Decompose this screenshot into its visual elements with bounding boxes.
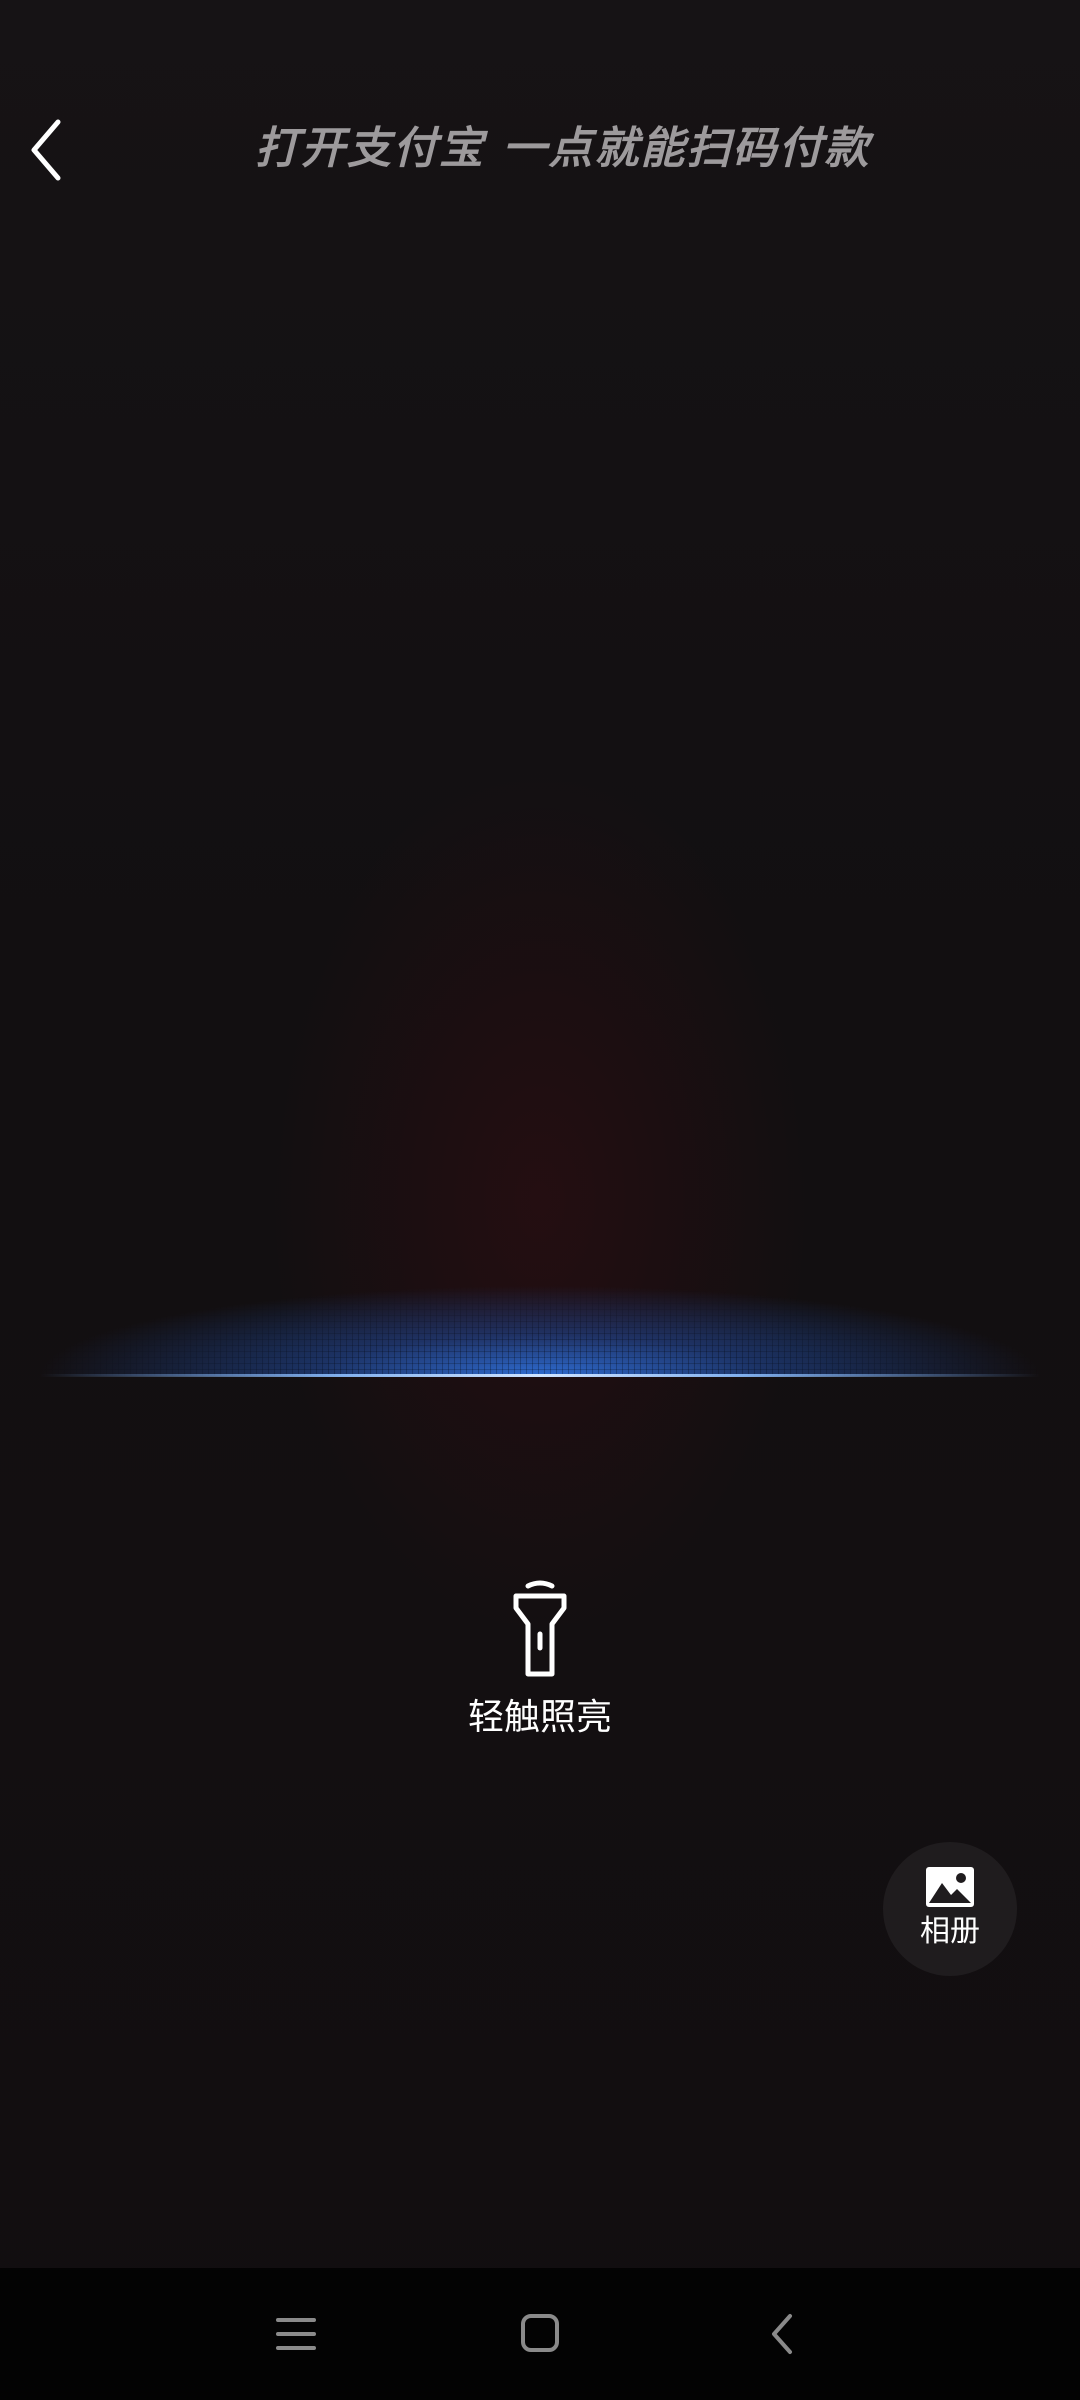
album-button[interactable]: 相册: [883, 1842, 1017, 1976]
top-bar: 打开支付宝 一点就能扫码付款: [0, 90, 1080, 210]
scan-grid: [40, 1270, 1040, 1376]
menu-icon: [276, 2318, 316, 2350]
camera-viewfinder[interactable]: 打开支付宝 一点就能扫码付款 轻触照亮 相册: [0, 0, 1080, 2268]
scan-edge: [40, 1374, 1040, 1377]
home-square-icon: [521, 2314, 559, 2352]
system-navigation-bar: [0, 2268, 1080, 2400]
image-icon: [926, 1867, 974, 1907]
promo-slogan: 打开支付宝 一点就能扫码付款: [255, 123, 871, 174]
chevron-left-icon: [31, 119, 61, 181]
back-chevron-icon: [772, 2314, 792, 2354]
nav-menu-button[interactable]: [256, 2298, 336, 2370]
nav-back-button[interactable]: [744, 2298, 824, 2370]
flashlight-icon: [513, 1580, 567, 1677]
album-label: 相册: [920, 1914, 980, 1949]
flashlight-toggle[interactable]: 轻触照亮: [440, 1580, 640, 1760]
back-button[interactable]: [18, 112, 78, 188]
nav-home-button[interactable]: [500, 2298, 580, 2370]
flashlight-label: 轻触照亮: [467, 1697, 612, 1738]
scan-line: [40, 1270, 1040, 1380]
scan-screen: 打开支付宝 一点就能扫码付款 轻触照亮 相册: [0, 0, 1080, 2400]
